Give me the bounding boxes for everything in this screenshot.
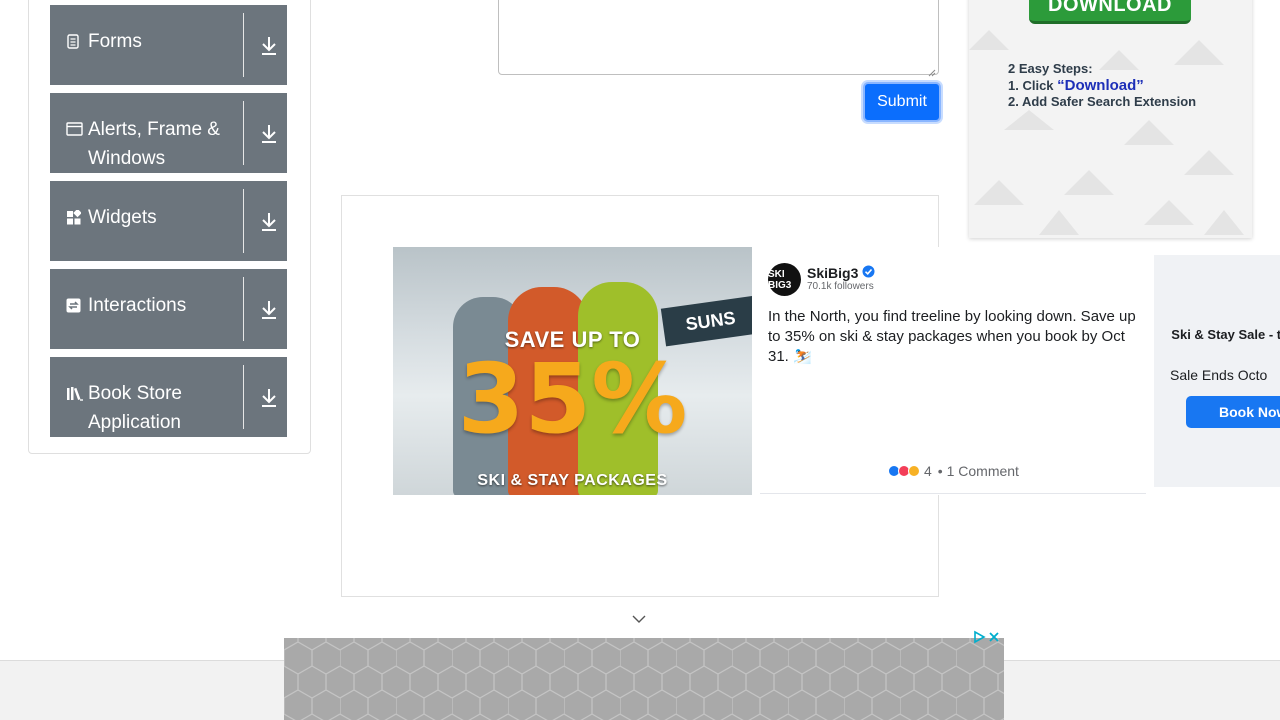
triangle-pattern [969,30,1244,235]
download-icon[interactable] [258,121,280,147]
step-2: 2. Add Safer Search Extension [1008,94,1197,109]
resize-grip-icon[interactable] [928,64,936,77]
hex-pattern [284,638,1004,720]
group-label: Book Store Application [66,379,236,437]
group-label: Interactions [66,291,236,320]
sponsored-ad-card[interactable]: SUNS SAVE UP TO 35% SKI & STAY PACKAGES … [393,247,1280,495]
form-document-icon [66,27,88,56]
sidebar-group-forms[interactable]: Forms [50,5,287,85]
right-ad-banner[interactable]: DOWNLOAD 2 Easy Steps: 1. Click “Downloa… [969,0,1252,238]
reaction-count: 4 [924,463,932,479]
download-icon[interactable] [258,385,280,411]
cta-title: Ski & Stay Sale - to 35% [1171,327,1280,342]
widgets-icon [66,203,88,232]
sidebar-group-interactions[interactable]: Interactions [50,269,287,349]
sidebar-group-widgets[interactable]: Widgets [50,181,287,261]
bottom-ad-banner[interactable] [284,638,1004,720]
download-icon[interactable] [258,33,280,59]
chevron-down-icon[interactable] [631,612,647,624]
browser-window-icon [66,115,88,173]
submit-button[interactable]: Submit [863,82,941,122]
divider [243,189,244,253]
interaction-arrows-icon [66,291,88,320]
sidebar-group-alerts[interactable]: Alerts, Frame & Windows [50,93,287,173]
divider [243,101,244,165]
divider [760,493,1146,494]
ad-choices-icon[interactable] [972,630,986,649]
download-button[interactable]: DOWNLOAD [1029,0,1191,24]
group-label-text: Widgets [88,207,157,228]
steps-list: 1. Click “Download” 2. Add Safer Search … [1008,78,1196,110]
ad-post: SKI BIG3 SkiBig3 70.1k followers In the … [752,247,1154,495]
ad-choices[interactable] [972,630,1004,649]
group-label-text: Book Store Application [88,383,182,433]
download-icon[interactable] [258,297,280,323]
ad-package-text: SKI & STAY PACKAGES [477,472,668,489]
ad-percent-text: 35% [457,343,688,455]
avatar[interactable]: SKI BIG3 [768,263,801,296]
brand-name-text: SkiBig3 [807,265,859,281]
books-icon [66,379,88,437]
steps-title: 2 Easy Steps: [1008,61,1093,76]
reaction-icons [888,465,920,477]
reactions-summary[interactable]: 4 • 1 Comment [888,463,1019,479]
post-text: In the North, you find treeline by looki… [768,308,1136,365]
group-label: Forms [66,27,236,56]
wow-reaction-icon [908,465,920,477]
divider [243,13,244,77]
divider [243,277,244,341]
close-icon[interactable] [988,630,1000,648]
group-label-text: Forms [88,31,142,52]
cta-subtitle: Sale Ends Octo [1170,367,1268,383]
group-label-text: Interactions [88,295,187,316]
group-label: Alerts, Frame & Windows [66,115,236,173]
brand-name[interactable]: SkiBig3 [807,265,875,281]
book-now-button[interactable]: Book Now [1186,396,1280,428]
ad-cta-panel: Ski & Stay Sale - to 35% Sale Ends Octo … [1154,255,1280,487]
group-label-text: Alerts, Frame & Windows [88,119,220,169]
group-label: Widgets [66,203,236,232]
step-1: 1. Click “Download” [1008,78,1196,94]
download-icon[interactable] [258,209,280,235]
message-textarea[interactable] [498,0,939,77]
step-1-highlight: “Download” [1057,77,1144,94]
followers-count: 70.1k followers [807,281,874,292]
comment-count[interactable]: • 1 Comment [938,463,1019,479]
sidebar-group-book-store[interactable]: Book Store Application [50,357,287,437]
divider [243,365,244,429]
step-1-text: 1. Click [1008,78,1058,93]
verified-badge-icon [862,265,875,281]
ad-image[interactable]: SUNS SAVE UP TO 35% SKI & STAY PACKAGES [393,247,752,495]
